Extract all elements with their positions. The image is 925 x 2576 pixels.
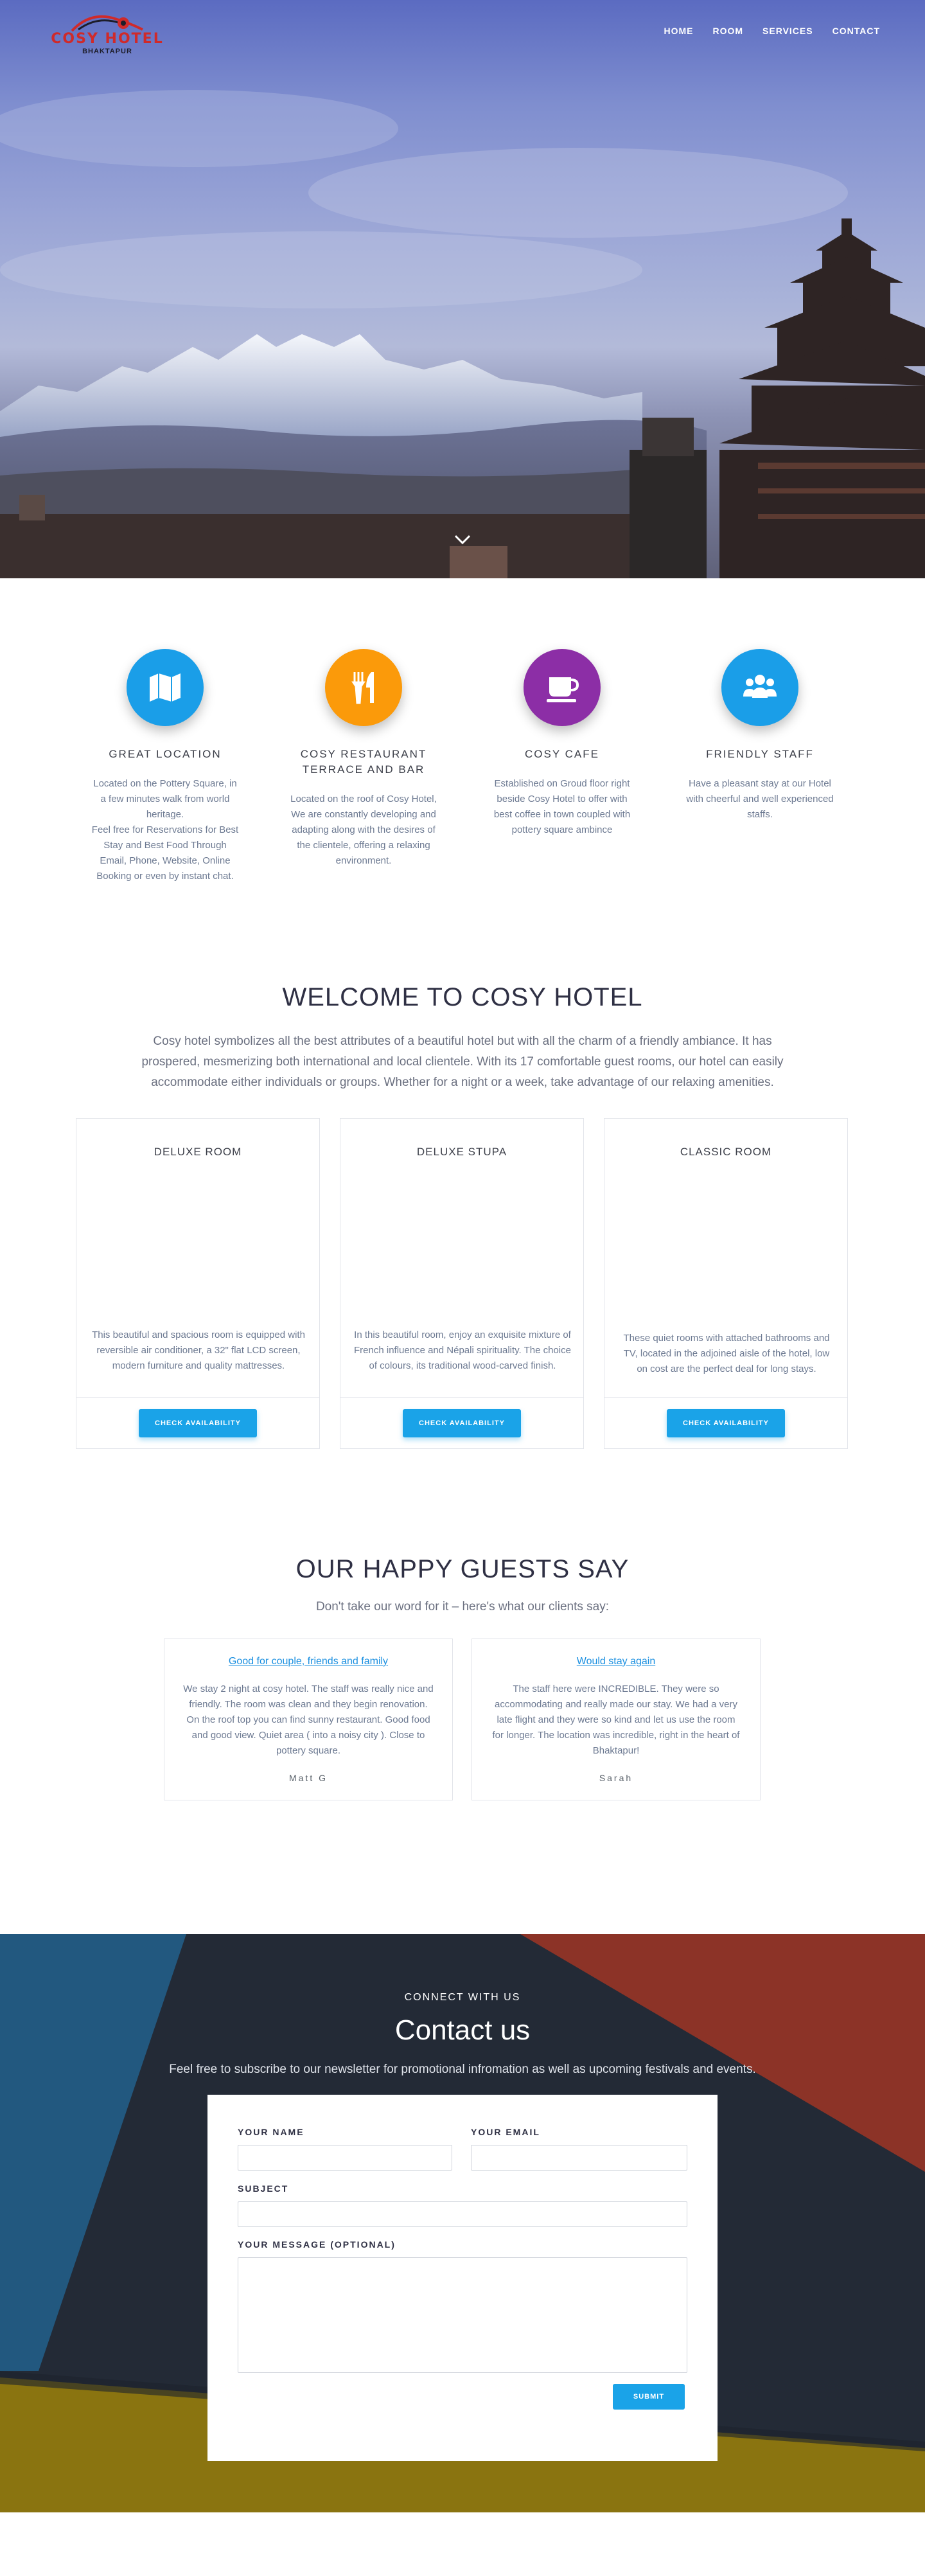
- welcome-section: WELCOME TO COSY HOTEL Cosy hotel symboli…: [0, 977, 925, 1555]
- feature-text: Have a pleasant stay at our Hotel with c…: [686, 778, 834, 820]
- room-card-deluxe-stupa: DELUXE STUPA In this beautiful room, enj…: [340, 1118, 584, 1449]
- feature-great-location: GREAT LOCATION Located on the Pottery Sq…: [85, 649, 245, 884]
- room-card-footer: CHECK AVAILABILITY: [76, 1397, 319, 1448]
- feature-icon-circle: [524, 649, 601, 726]
- hero-section: COSY HOTEL BHAKTAPUR HOME ROOM SERVICES …: [0, 0, 925, 578]
- subject-label: SUBJECT: [238, 2183, 289, 2194]
- name-field[interactable]: [238, 2145, 452, 2171]
- testimonial-card: Would stay again The staff here were INC…: [471, 1639, 761, 1800]
- features-section: GREAT LOCATION Located on the Pottery Sq…: [0, 578, 925, 977]
- feature-icon-circle: [325, 649, 402, 726]
- check-availability-button[interactable]: CHECK AVAILABILITY: [667, 1409, 785, 1437]
- feature-title: COSY RESTAURANT TERRACE AND BAR: [300, 748, 427, 776]
- room-description: These quiet rooms with attached bathroom…: [623, 1333, 830, 1374]
- room-name: DELUXE STUPA: [416, 1146, 507, 1158]
- testimonial-title-link[interactable]: Would stay again: [472, 1656, 760, 1667]
- feature-title: COSY CAFE: [525, 748, 599, 760]
- room-name: DELUXE ROOM: [154, 1146, 242, 1158]
- feature-text: Established on Groud floor right beside …: [493, 778, 631, 835]
- room-description: In this beautiful room, enjoy an exquisi…: [354, 1329, 571, 1371]
- testimonials-title: OUR HAPPY GUESTS SAY: [295, 1555, 630, 1583]
- hotel-logo[interactable]: COSY HOTEL BHAKTAPUR: [46, 10, 168, 55]
- feature-text: Located on the roof of Cosy Hotel, We ar…: [290, 794, 437, 866]
- feature-text: Located on the Pottery Square, in a few …: [91, 778, 239, 882]
- main-menu: HOME ROOM SERVICES CONTACT: [664, 26, 880, 36]
- top-navigation: COSY HOTEL BHAKTAPUR HOME ROOM SERVICES …: [0, 0, 925, 64]
- feature-icon-circle: [721, 649, 798, 726]
- contact-note: Feel free to subscribe to our newsletter…: [169, 2063, 756, 2076]
- feature-title: FRIENDLY STAFF: [706, 748, 814, 760]
- testimonial-card: Good for couple, friends and family We s…: [164, 1639, 453, 1800]
- nav-services[interactable]: SERVICES: [762, 26, 813, 36]
- contact-form: YOUR NAME YOUR EMAIL SUBJECT YOUR MESSAG…: [207, 2095, 718, 2461]
- contact-title: Contact us: [394, 2014, 531, 2046]
- users-icon: [743, 675, 777, 698]
- testimonial-author: Sarah: [599, 1773, 633, 1783]
- testimonials-section: OUR HAPPY GUESTS SAY Don't take our word…: [0, 1555, 925, 1934]
- nav-room[interactable]: ROOM: [712, 26, 743, 36]
- nav-home[interactable]: HOME: [664, 26, 693, 36]
- feature-title: GREAT LOCATION: [109, 748, 222, 760]
- welcome-intro: Cosy hotel symbolizes all the best attri…: [141, 1035, 784, 1089]
- brand-location: BHAKTAPUR: [82, 48, 132, 55]
- testimonial-title-link[interactable]: Good for couple, friends and family: [164, 1656, 452, 1667]
- room-card-footer: CHECK AVAILABILITY: [604, 1397, 847, 1448]
- room-card-footer: CHECK AVAILABILITY: [340, 1397, 583, 1448]
- subject-field[interactable]: [238, 2201, 687, 2227]
- coffee-cup-icon: [547, 677, 579, 702]
- check-availability-button[interactable]: CHECK AVAILABILITY: [403, 1409, 521, 1437]
- name-label: YOUR NAME: [238, 2127, 304, 2137]
- feature-restaurant: COSY RESTAURANT TERRACE AND BAR Located …: [283, 649, 444, 869]
- testimonial-body: We stay 2 night at cosy hotel. The staff…: [183, 1683, 434, 1756]
- nav-contact[interactable]: CONTACT: [833, 26, 880, 36]
- room-name: CLASSIC ROOM: [680, 1146, 772, 1158]
- email-field[interactable]: [471, 2145, 687, 2171]
- testimonial-author: Matt G: [288, 1773, 328, 1783]
- hero-landscape-image: [0, 90, 925, 578]
- email-label: YOUR EMAIL: [471, 2127, 540, 2137]
- check-availability-button[interactable]: CHECK AVAILABILITY: [139, 1409, 257, 1437]
- map-icon: [150, 673, 181, 702]
- message-textarea[interactable]: [238, 2257, 687, 2373]
- testimonials-lead: Don't take our word for it – here's what…: [315, 1600, 610, 1613]
- submit-button[interactable]: SUBMIT: [613, 2384, 685, 2410]
- feature-cafe: COSY CAFE Established on Groud floor rig…: [482, 649, 642, 838]
- feature-friendly-staff: FRIENDLY STAFF Have a pleasant stay at o…: [680, 649, 840, 822]
- cutlery-icon: [351, 672, 374, 704]
- message-label: YOUR MESSAGE (OPTIONAL): [238, 2239, 396, 2250]
- feature-icon-circle: [127, 649, 204, 726]
- contact-section: CONNECT WITH US Contact us Feel free to …: [0, 1934, 925, 2512]
- brand-name: COSY HOTEL: [51, 31, 164, 47]
- contact-kicker: CONNECT WITH US: [404, 1992, 521, 2003]
- testimonial-body: The staff here were INCREDIBLE. They wer…: [492, 1683, 740, 1756]
- room-card-classic-room: CLASSIC ROOM These quiet rooms with atta…: [604, 1118, 848, 1449]
- chevron-down-icon[interactable]: [453, 533, 472, 546]
- welcome-title: WELCOME TO COSY HOTEL: [282, 983, 643, 1011]
- room-description: This beautiful and spacious room is equi…: [92, 1329, 305, 1371]
- room-card-deluxe-room: DELUXE ROOM This beautiful and spacious …: [76, 1118, 320, 1449]
